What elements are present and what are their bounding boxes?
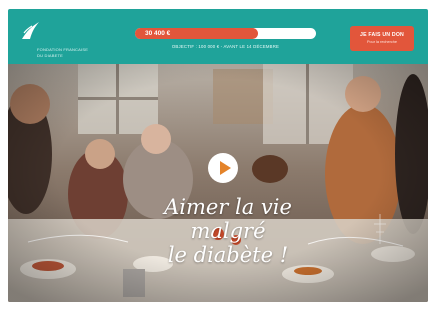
- donate-button-sublabel: Pour la recherche: [367, 40, 397, 44]
- donate-button[interactable]: JE FAIS UN DON Pour la recherche: [350, 26, 414, 51]
- hero-video[interactable]: Aimer la vie malgré le diabète !: [8, 64, 428, 302]
- slogan-line-2: malgré: [190, 219, 266, 243]
- donation-progress-bar: 30 400 €: [135, 28, 316, 39]
- slogan-line-1: Aimer la vie: [164, 195, 292, 219]
- donation-amount: 30 400 €: [145, 30, 171, 37]
- donation-objective: OBJECTIF : 100 000 € - AVANT LE 14 DÉCEM…: [171, 44, 280, 49]
- hero-slogan: Aimer la vie malgré le diabète !: [138, 195, 318, 267]
- slogan-line-3: le diabète !: [167, 243, 289, 267]
- page-frame: FONDATION FRANCAISE DU DIABETE 30 400 € …: [8, 9, 428, 302]
- logo[interactable]: FONDATION FRANCAISE DU DIABETE: [21, 19, 91, 59]
- header-bar: FONDATION FRANCAISE DU DIABETE 30 400 € …: [8, 9, 428, 64]
- play-icon: [220, 161, 231, 175]
- play-button[interactable]: [208, 153, 238, 183]
- logo-line-1: FONDATION FRANCAISE: [37, 47, 89, 52]
- logo-line-2: DU DIABETE: [37, 53, 64, 58]
- donate-button-label: JE FAIS UN DON: [359, 32, 405, 38]
- bird-logo-icon: [22, 22, 39, 39]
